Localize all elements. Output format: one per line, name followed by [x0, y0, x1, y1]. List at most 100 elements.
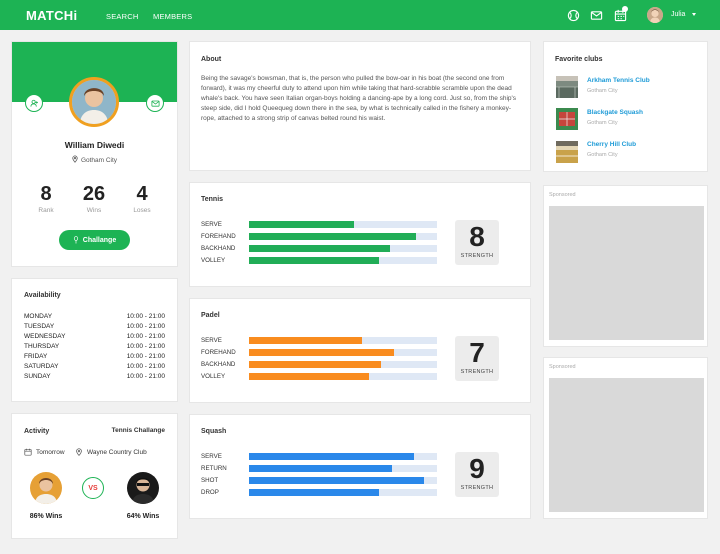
location-pin-icon [72, 155, 78, 165]
tennis-card: Tennis SERVE FOREHAND BACKHAND VOLLEY 8 STR… [190, 183, 530, 286]
skill-label: BACKHAND [201, 245, 236, 252]
club-image[interactable] [556, 76, 578, 98]
skill-label: VOLLEY [201, 373, 226, 380]
mail-icon[interactable] [590, 9, 603, 22]
profile-city: Gotham City [80, 157, 118, 164]
racket-icon [73, 236, 78, 244]
skill-bar-fill [249, 465, 392, 472]
ad-placeholder[interactable] [549, 206, 704, 340]
stat-wins-value: 26 [82, 183, 106, 205]
time-range: 10:00 - 21:00 [126, 353, 165, 360]
tennis-ball-icon[interactable] [567, 9, 580, 22]
skill-bar-track [249, 453, 437, 460]
app-logo[interactable]: MATCHi [26, 8, 77, 23]
calendar-icon [24, 448, 32, 456]
strength-label: STRENGTH [460, 485, 494, 491]
sport-title: Squash [201, 428, 227, 435]
club-name[interactable]: Arkham Tennis Club [587, 77, 650, 84]
club-city: Gotham City [587, 120, 618, 126]
strength-value: 7 [469, 337, 485, 368]
day-label: SUNDAY [24, 373, 51, 380]
skill-bar-track [249, 489, 437, 496]
skill-label: RETURN [201, 465, 227, 472]
sponsored-label: Sponsored [549, 192, 576, 198]
club-image[interactable] [556, 108, 578, 130]
mail-icon [150, 100, 160, 107]
location-pin-icon [76, 448, 82, 456]
activity-card: Activity Tennis Challange Tomorrow Wayne… [12, 414, 177, 538]
day-label: WEDNESDAY [24, 333, 66, 340]
challenge-button[interactable]: Challange [59, 230, 130, 250]
strength-value: 9 [469, 453, 485, 484]
stat-loses-value: 4 [136, 183, 148, 205]
skill-bar-track [249, 361, 437, 368]
sponsored-card: Sponsored [544, 186, 707, 346]
skill-bar-track [249, 465, 437, 472]
sponsored-card: Sponsored [544, 358, 707, 518]
stat-rank-value: 8 [40, 183, 52, 205]
strength-box: 8 STRENGTH [455, 220, 499, 265]
club-image[interactable] [556, 141, 578, 163]
skill-bar-fill [249, 245, 390, 252]
clubs-title: Favorite clubs [555, 56, 603, 63]
time-range: 10:00 - 21:00 [126, 323, 165, 330]
player1-avatar[interactable] [30, 472, 62, 504]
user-avatar[interactable] [647, 7, 663, 23]
skill-label: FOREHAND [201, 233, 236, 240]
skill-label: DROP [201, 489, 219, 496]
availability-row: THURSDAY 10:00 - 21:00 [24, 343, 165, 350]
skill-bar-fill [249, 349, 394, 356]
skill-bar-fill [249, 221, 355, 228]
nav-members[interactable]: MEMBERS [153, 12, 192, 21]
squash-card: Squash SERVE RETURN SHOT DROP 9 STRENGTH [190, 415, 530, 518]
skill-bar-fill [249, 337, 362, 344]
club-name[interactable]: Cherry Hill Club [587, 141, 636, 148]
skill-bar-track [249, 221, 437, 228]
challenge-label: Challange [82, 236, 117, 244]
club-city: Gotham City [587, 152, 618, 158]
user-name[interactable]: Julia [671, 11, 685, 18]
player1-wins: 86% Wins [29, 513, 63, 520]
day-label: FRIDAY [24, 353, 48, 360]
strength-label: STRENGTH [460, 369, 494, 375]
add-user-icon [29, 99, 38, 107]
add-friend-button[interactable] [25, 94, 43, 112]
day-label: MONDAY [24, 313, 53, 320]
availability-row: MONDAY 10:00 - 21:00 [24, 313, 165, 320]
profile-location: Gotham City [12, 155, 177, 165]
profile-avatar [69, 77, 119, 127]
activity-when: Tomorrow [24, 448, 65, 456]
activity-type[interactable]: Tennis Challange [112, 427, 165, 434]
notification-badge [622, 6, 628, 12]
activity-venue: Wayne Country Club [87, 448, 147, 456]
availability-title: Availability [24, 292, 61, 299]
ad-placeholder[interactable] [549, 378, 704, 512]
skill-bar-track [249, 349, 437, 356]
skill-label: SHOT [201, 477, 219, 484]
strength-label: STRENGTH [460, 253, 494, 259]
chevron-down-icon[interactable] [692, 13, 696, 16]
club-name[interactable]: Blackgate Squash [587, 109, 643, 116]
favorite-clubs-card: Favorite clubs Arkham Tennis Club Gotham… [544, 42, 707, 171]
skill-bar-fill [249, 373, 370, 380]
player2-avatar[interactable] [127, 472, 159, 504]
skill-bar-track [249, 257, 437, 264]
skill-bar-fill [249, 477, 424, 484]
availability-row: FRIDAY 10:00 - 21:00 [24, 353, 165, 360]
skill-label: SERVE [201, 221, 222, 228]
padel-card: Padel SERVE FOREHAND BACKHAND VOLLEY 7 STRE… [190, 299, 530, 402]
stat-wins-label: Wins [86, 207, 102, 214]
skill-bar-fill [249, 453, 415, 460]
time-range: 10:00 - 21:00 [126, 363, 165, 370]
skill-bar-fill [249, 233, 417, 240]
stat-loses-label: Loses [133, 207, 151, 214]
skill-bar-fill [249, 489, 379, 496]
day-label: TUESDAY [24, 323, 55, 330]
skill-bar-track [249, 233, 437, 240]
top-navigation-bar: MATCHi SEARCH MEMBERS Julia [0, 0, 720, 30]
skill-label: SERVE [201, 337, 222, 344]
availability-row: WEDNESDAY 10:00 - 21:00 [24, 333, 165, 340]
profile-card: William Diwedi Gotham City 8 Rank 26 Win… [12, 42, 177, 266]
message-button[interactable] [146, 94, 164, 112]
nav-search[interactable]: SEARCH [106, 12, 138, 21]
